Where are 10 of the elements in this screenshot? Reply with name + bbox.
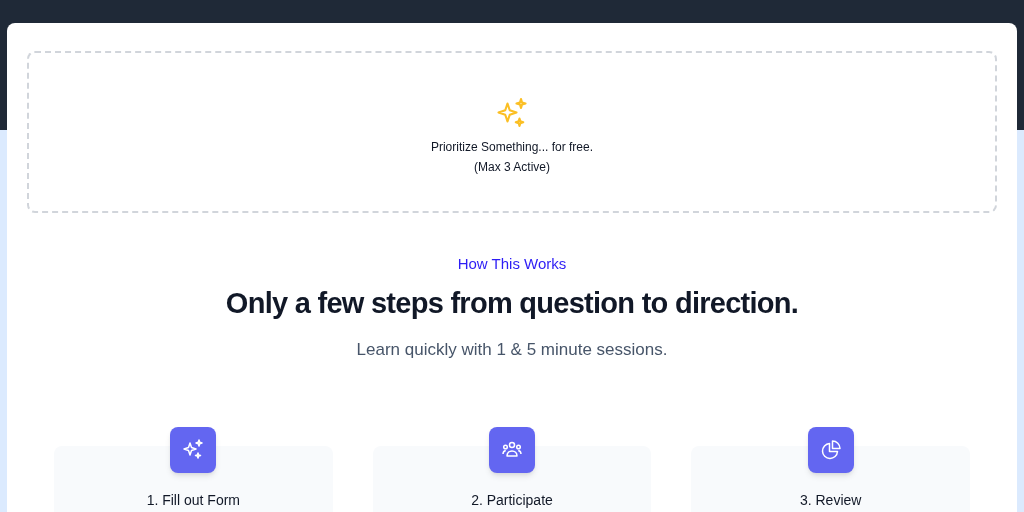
section-heading: Only a few steps from question to direction. — [225, 285, 799, 321]
step-title: 1. Fill out Form — [146, 491, 240, 510]
step-title: 2. Participate — [471, 491, 553, 510]
step-title: 3. Review — [799, 491, 862, 510]
upload-note: (Max 3 Active) — [474, 159, 550, 176]
upload-title: Prioritize Something... for free. — [430, 139, 594, 156]
sparkles-icon — [181, 437, 206, 462]
upload-area[interactable]: Prioritize Something... for free. (Max 3 Active) — [27, 51, 997, 213]
section-subheading: Learn quickly with 1 & 5 minute sessions. — [356, 339, 668, 361]
section-eyebrow: How This Works — [457, 254, 567, 274]
